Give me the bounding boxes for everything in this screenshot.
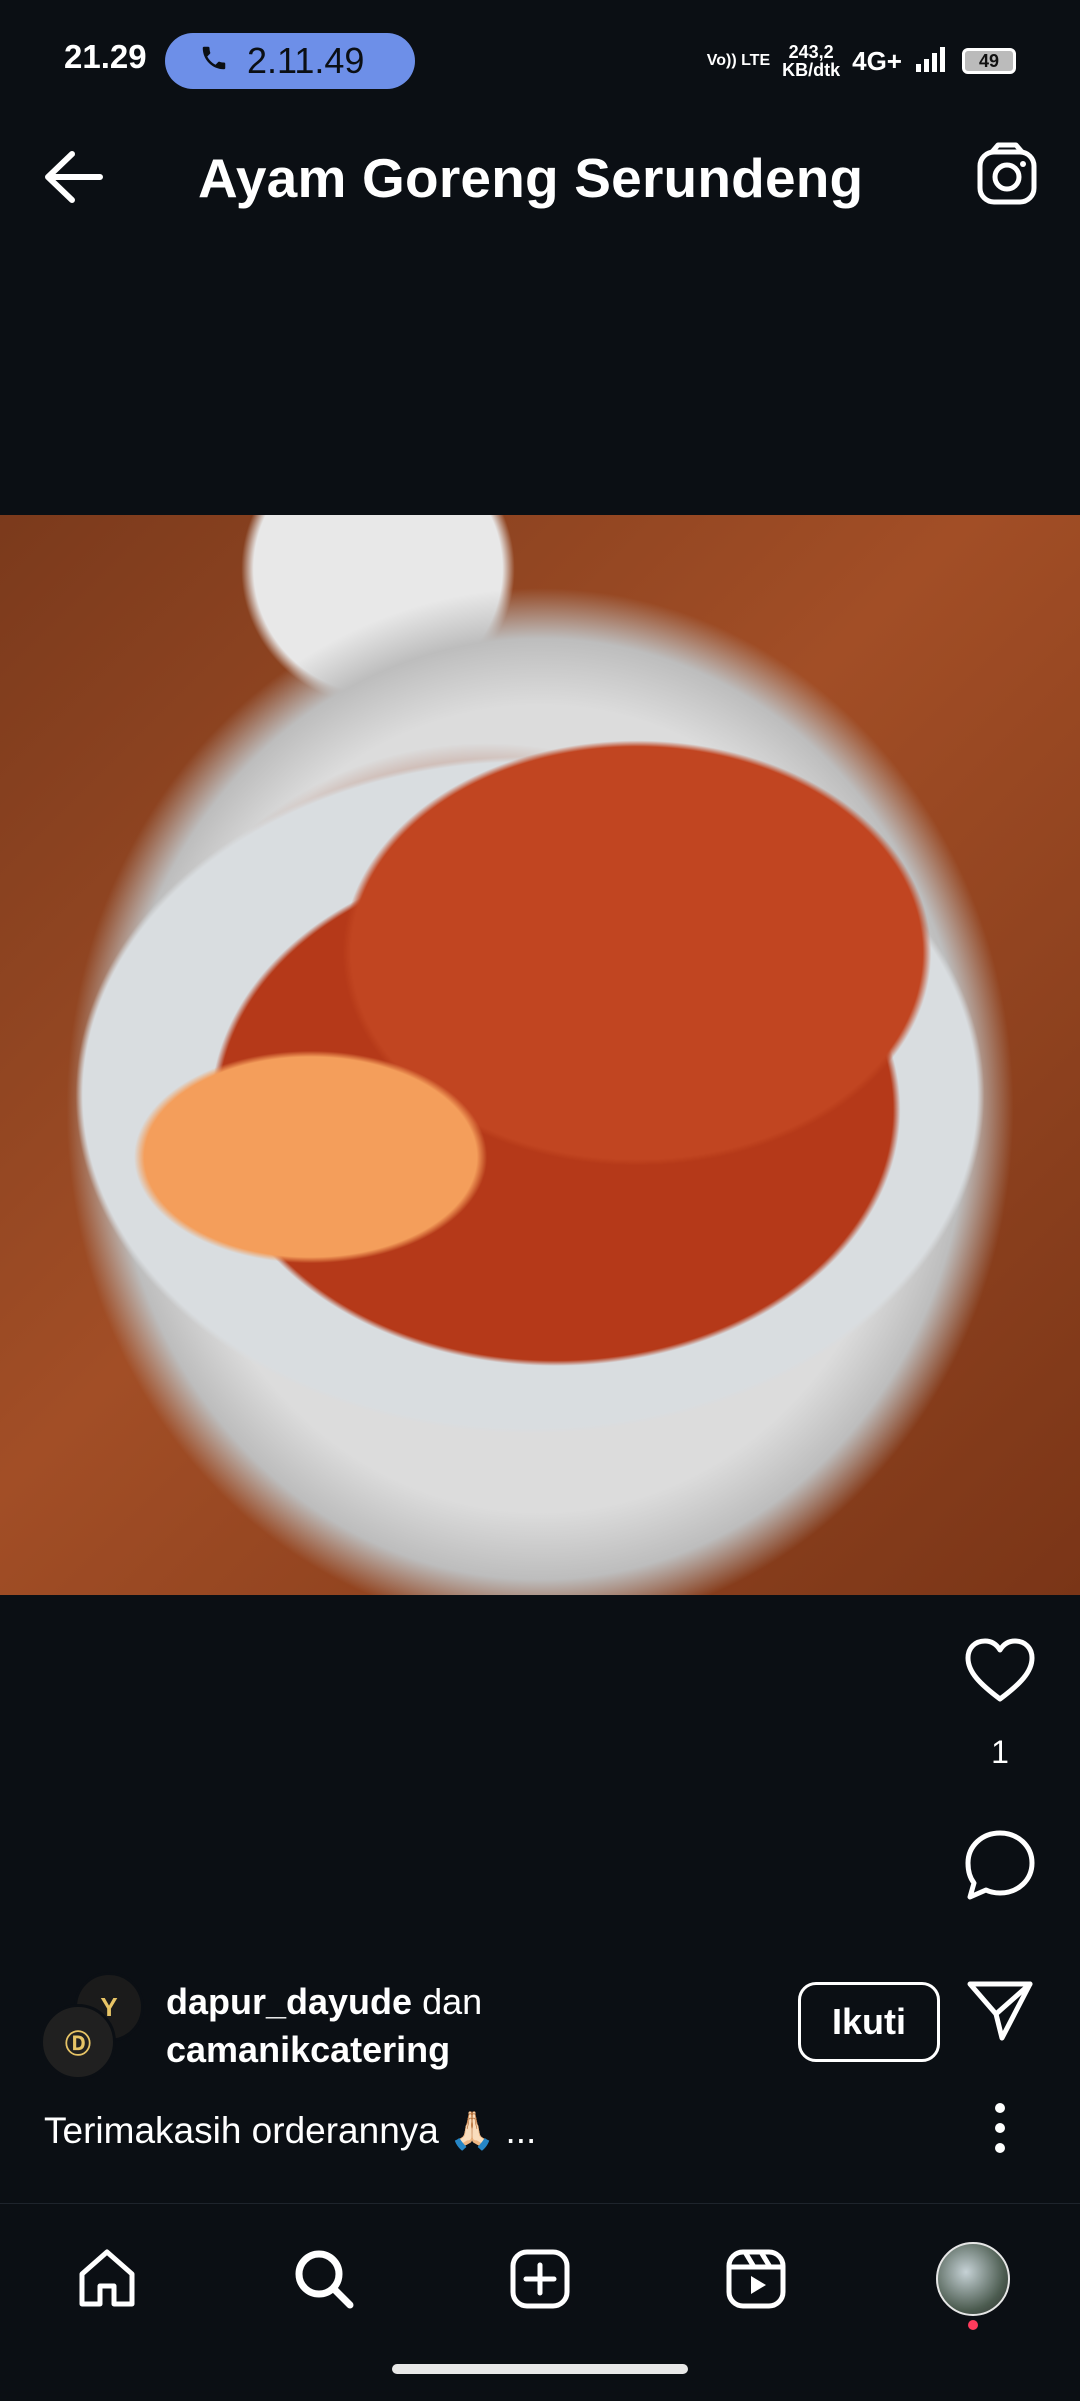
battery-level: 49: [978, 50, 1000, 71]
nav-reels[interactable]: [711, 2234, 801, 2324]
more-options-button[interactable]: [920, 2078, 1080, 2178]
call-timer: 2.11.49: [247, 40, 365, 81]
home-indicator[interactable]: [392, 2364, 688, 2374]
author-join: dan: [412, 1981, 483, 2022]
network-speed: 243,2 KB/dtk: [782, 43, 840, 79]
phone-icon: [199, 40, 229, 82]
author-names[interactable]: dapur_dayude dan camanikcatering: [166, 1978, 482, 2074]
notification-dot: [968, 2320, 978, 2330]
camera-button[interactable]: [972, 140, 1042, 210]
volte-indicator: Vo)) LTE: [706, 52, 771, 69]
page-title: Ayam Goreng Serundeng: [198, 147, 864, 209]
reels-icon: [726, 2249, 786, 2309]
search-icon: [295, 2250, 354, 2309]
network-speed-value: 243,2: [788, 42, 834, 62]
more-vertical-icon: [995, 2103, 1005, 2153]
send-icon: [967, 1981, 1033, 2041]
network-speed-unit: KB/dtk: [782, 60, 841, 80]
post-header: Ayam Goreng Serundeng: [0, 120, 1080, 230]
add-post-icon: [510, 2249, 570, 2309]
camera-icon: [977, 142, 1037, 205]
comment-button[interactable]: [920, 1815, 1080, 1915]
author-avatars[interactable]: Y Ⓓ: [40, 1972, 144, 2080]
battery-indicator: 49: [962, 48, 1016, 74]
author-primary[interactable]: dapur_dayude: [166, 1981, 412, 2022]
author-secondary[interactable]: camanikcatering: [166, 2026, 482, 2074]
signal-icon: [914, 44, 950, 79]
status-icons: Vo)) LTE 243,2 KB/dtk 4G+ 49: [707, 36, 1016, 86]
author-avatar-primary: Ⓓ: [40, 2004, 116, 2080]
status-bar: 21.29 2.11.49 Vo)) LTE 243,2 KB/dtk 4G+ …: [0, 0, 1080, 95]
comment-icon: [965, 1830, 1035, 1900]
like-count[interactable]: 1: [920, 1734, 1080, 1771]
profile-avatar: [936, 2242, 1010, 2316]
fried-chicken-shape: [25, 715, 1045, 1395]
nav-create[interactable]: [495, 2234, 585, 2324]
home-icon: [79, 2249, 135, 2307]
post-author-row: Y Ⓓ dapur_dayude dan camanikcatering Iku…: [40, 1972, 940, 2082]
nav-home[interactable]: [62, 2234, 152, 2324]
like-button[interactable]: [920, 1620, 1080, 1720]
call-indicator[interactable]: 2.11.49: [165, 33, 415, 89]
back-button[interactable]: [36, 142, 116, 212]
status-time: 21.29: [64, 38, 147, 75]
share-button[interactable]: [920, 1960, 1080, 2060]
post-actions: 1: [920, 1620, 1080, 2153]
nav-profile[interactable]: [928, 2234, 1018, 2330]
heart-icon: [965, 1638, 1035, 1702]
back-arrow-icon: [45, 151, 103, 203]
post-image[interactable]: [0, 515, 1080, 1595]
follow-button[interactable]: Ikuti: [798, 1982, 940, 2062]
post-caption[interactable]: Terimakasih orderannya 🙏🏻 ...: [44, 2110, 536, 2153]
nav-search[interactable]: [279, 2234, 369, 2324]
network-type: 4G+: [852, 45, 902, 76]
